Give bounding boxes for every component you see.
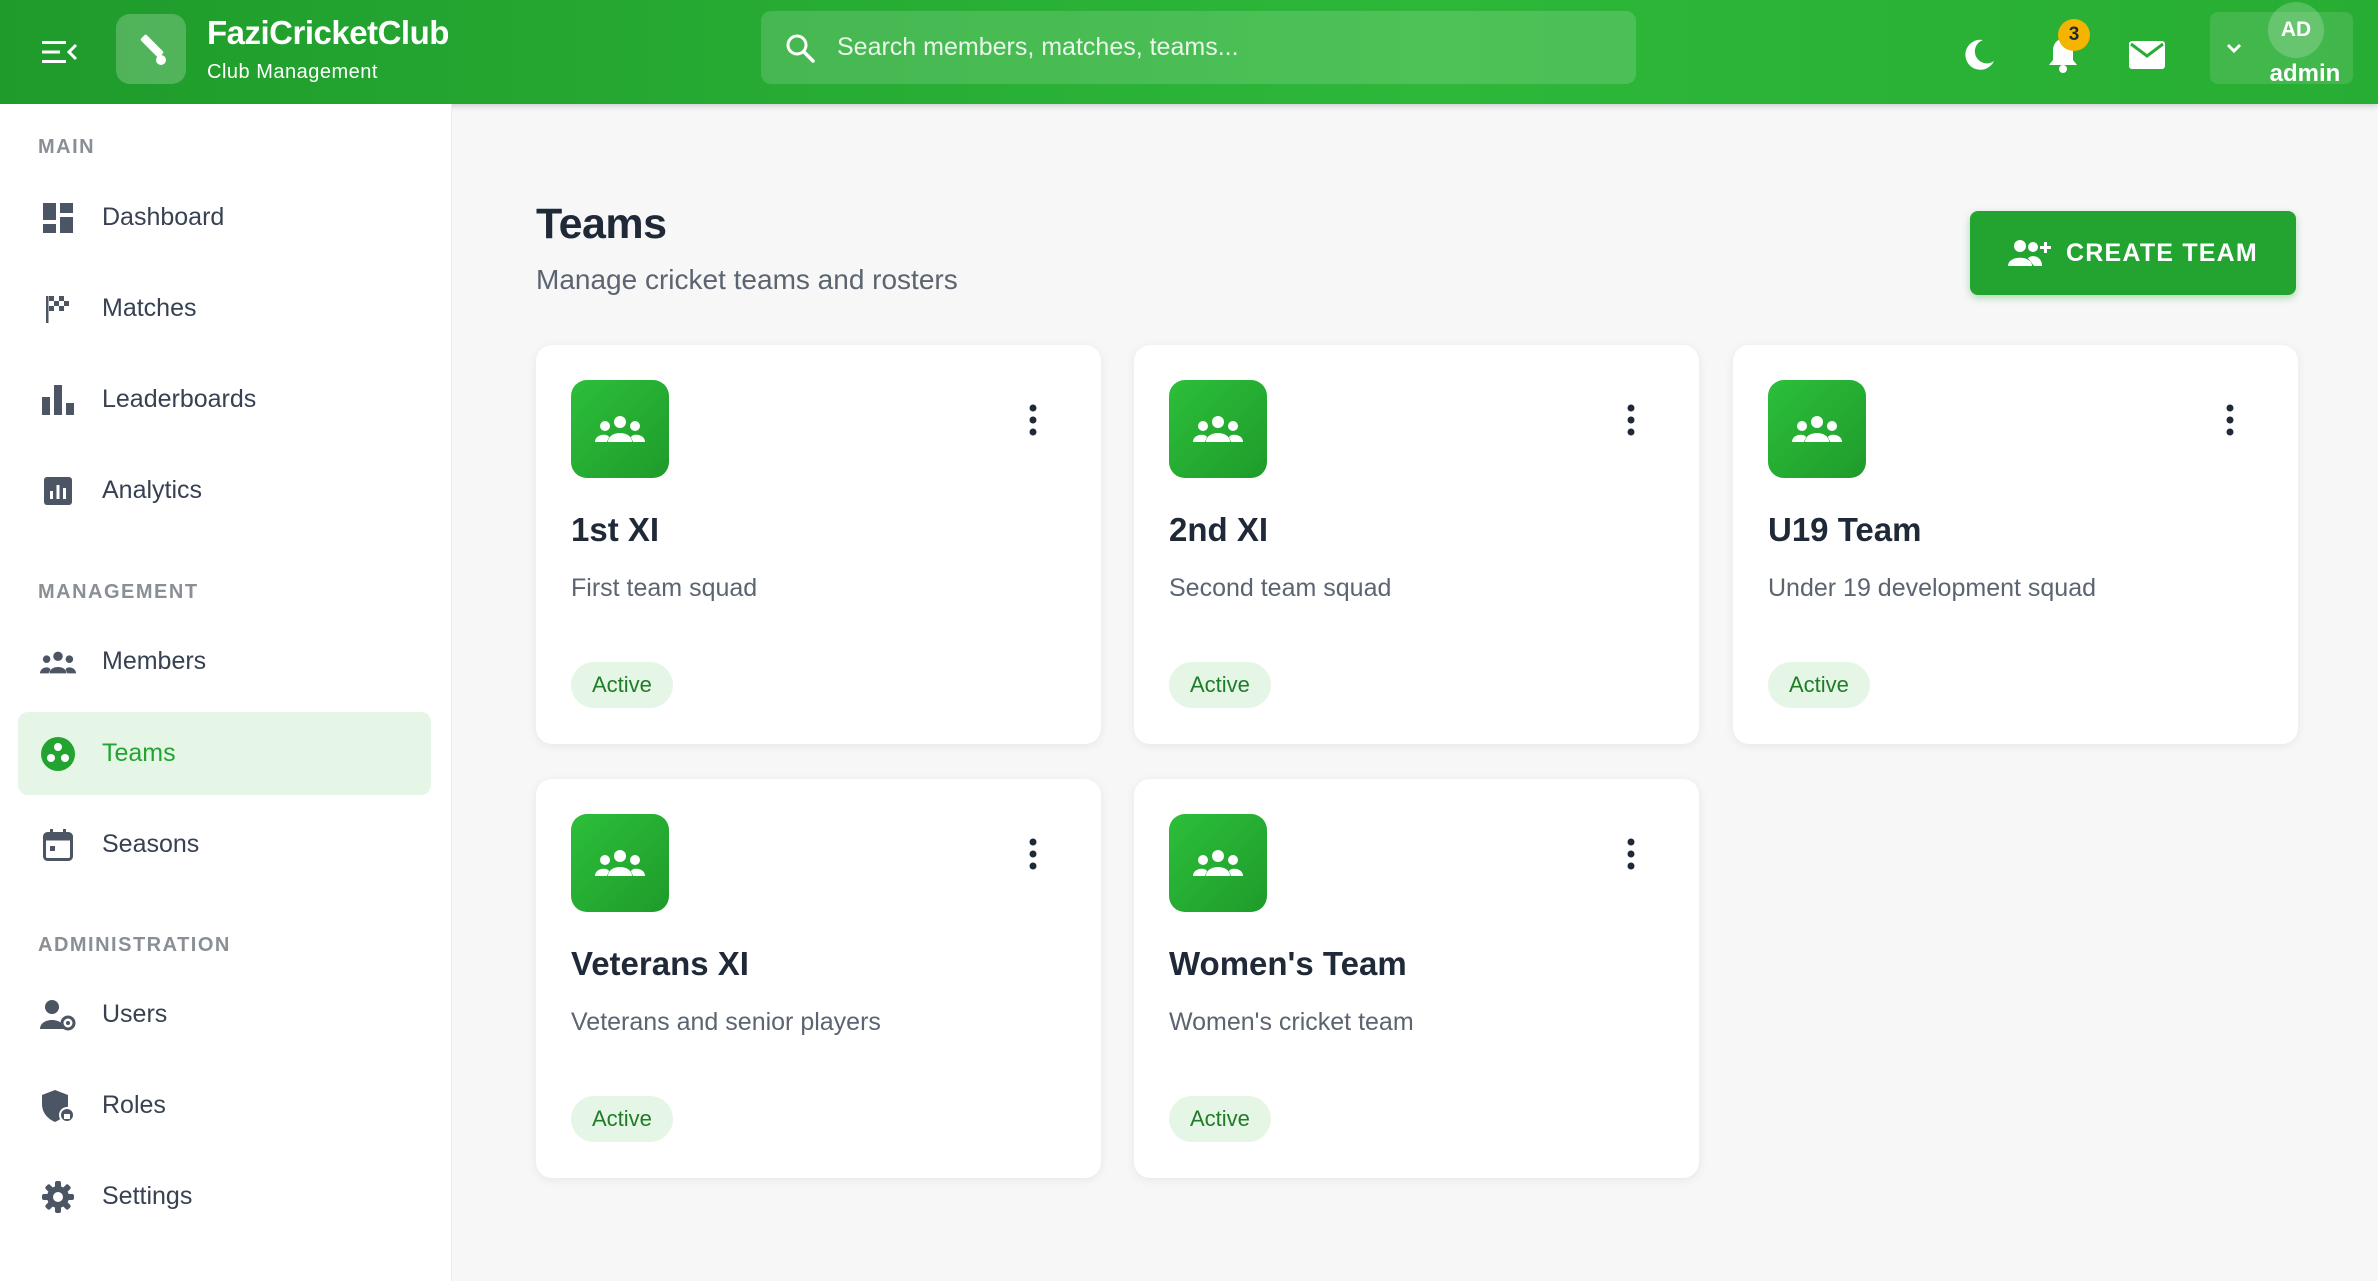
team-group-icon <box>571 380 669 478</box>
sidebar-item-label: Analytics <box>102 476 203 504</box>
more-vertical-icon[interactable] <box>1614 831 1648 877</box>
user-avatar[interactable]: AD <box>2268 2 2324 58</box>
status-badge: Active <box>1768 662 1870 708</box>
teams-icon <box>40 736 76 772</box>
team-card[interactable]: Women's Team Women's cricket team Active <box>1134 779 1699 1178</box>
more-vertical-icon[interactable] <box>1016 397 1050 443</box>
team-group-icon <box>1169 380 1267 478</box>
calendar-icon <box>40 827 76 863</box>
chevron-down-icon <box>2226 43 2242 54</box>
sidebar-item-members[interactable]: Members <box>18 620 431 703</box>
sidebar: MAIN Dashboard Matches Leaderboards Anal… <box>0 104 452 1281</box>
sidebar-item-label: Members <box>102 647 207 675</box>
team-name: U19 Team <box>1768 511 1922 548</box>
team-card[interactable]: Veterans XI Veterans and senior players … <box>536 779 1101 1178</box>
sidebar-section-administration: ADMINISTRATION <box>38 934 231 956</box>
search-icon <box>786 34 815 63</box>
team-group-icon <box>1169 814 1267 912</box>
create-team-label: CREATE TEAM <box>2066 238 2258 267</box>
menu-toggle-icon[interactable] <box>38 36 82 68</box>
page-subtitle: Manage cricket teams and rosters <box>536 264 958 295</box>
more-vertical-icon[interactable] <box>1614 397 1648 443</box>
cricket-logo-icon[interactable] <box>116 14 186 84</box>
dashboard-icon <box>40 200 76 236</box>
analytics-icon <box>40 473 76 509</box>
group-icon <box>40 644 76 680</box>
team-description: Veterans and senior players <box>571 1008 881 1036</box>
team-description: Women's cricket team <box>1169 1008 1414 1036</box>
team-name: Women's Team <box>1169 945 1407 982</box>
shield-icon <box>40 1088 76 1124</box>
team-description: First team squad <box>571 574 758 602</box>
checkered-flag-icon <box>40 291 76 327</box>
sidebar-item-label: Dashboard <box>102 203 225 231</box>
sidebar-item-dashboard[interactable]: Dashboard <box>18 176 431 259</box>
team-group-icon <box>1768 380 1866 478</box>
sidebar-section-main: MAIN <box>38 136 96 158</box>
more-vertical-icon[interactable] <box>2213 397 2247 443</box>
notification-count-badge: 3 <box>2058 19 2090 51</box>
sidebar-item-label: Matches <box>102 294 197 322</box>
team-group-icon <box>571 814 669 912</box>
add-group-icon <box>2008 240 2052 266</box>
bar-chart-icon <box>40 382 76 418</box>
status-badge: Active <box>571 662 673 708</box>
sidebar-item-teams[interactable]: Teams <box>18 712 431 795</box>
search-box <box>761 11 1636 84</box>
team-name: Veterans XI <box>571 945 749 982</box>
brand-name: FaziCricketClub <box>207 14 449 51</box>
brand-subtitle: Club Management <box>207 61 378 83</box>
team-description: Second team squad <box>1169 574 1392 602</box>
dark-mode-moon-icon[interactable] <box>1956 32 2002 78</box>
sidebar-item-matches[interactable]: Matches <box>18 267 431 350</box>
top-app-bar: FaziCricketClub Club Management 3 AD adm… <box>0 0 2378 104</box>
sidebar-item-label: Teams <box>102 739 176 767</box>
sidebar-item-leaderboards[interactable]: Leaderboards <box>18 358 431 441</box>
create-team-button[interactable]: CREATE TEAM <box>1970 211 2296 295</box>
sidebar-item-settings[interactable]: Settings <box>18 1155 431 1238</box>
user-settings-icon <box>40 997 76 1033</box>
team-card[interactable]: 1st XI First team squad Active <box>536 345 1101 744</box>
status-badge: Active <box>1169 1096 1271 1142</box>
sidebar-section-management: MANAGEMENT <box>38 581 199 603</box>
sidebar-item-label: Roles <box>102 1091 166 1119</box>
team-name: 1st XI <box>571 511 660 548</box>
sidebar-item-roles[interactable]: Roles <box>18 1064 431 1147</box>
status-badge: Active <box>571 1096 673 1142</box>
sidebar-item-label: Seasons <box>102 830 200 858</box>
sidebar-item-label: Users <box>102 1000 168 1028</box>
sidebar-item-seasons[interactable]: Seasons <box>18 803 431 886</box>
status-badge: Active <box>1169 662 1271 708</box>
team-card[interactable]: U19 Team Under 19 development squad Acti… <box>1733 345 2298 744</box>
more-vertical-icon[interactable] <box>1016 831 1050 877</box>
sidebar-item-users[interactable]: Users <box>18 973 431 1056</box>
team-description: Under 19 development squad <box>1768 574 2097 602</box>
mail-icon[interactable] <box>2124 32 2170 78</box>
sidebar-item-analytics[interactable]: Analytics <box>18 449 431 532</box>
sidebar-item-label: Leaderboards <box>102 385 257 413</box>
team-name: 2nd XI <box>1169 511 1269 548</box>
page-title: Teams <box>536 200 667 248</box>
sidebar-item-label: Settings <box>102 1182 193 1210</box>
user-name: admin <box>2269 60 2341 87</box>
search-input[interactable] <box>837 11 1617 84</box>
team-card[interactable]: 2nd XI Second team squad Active <box>1134 345 1699 744</box>
gear-icon <box>40 1179 76 1215</box>
